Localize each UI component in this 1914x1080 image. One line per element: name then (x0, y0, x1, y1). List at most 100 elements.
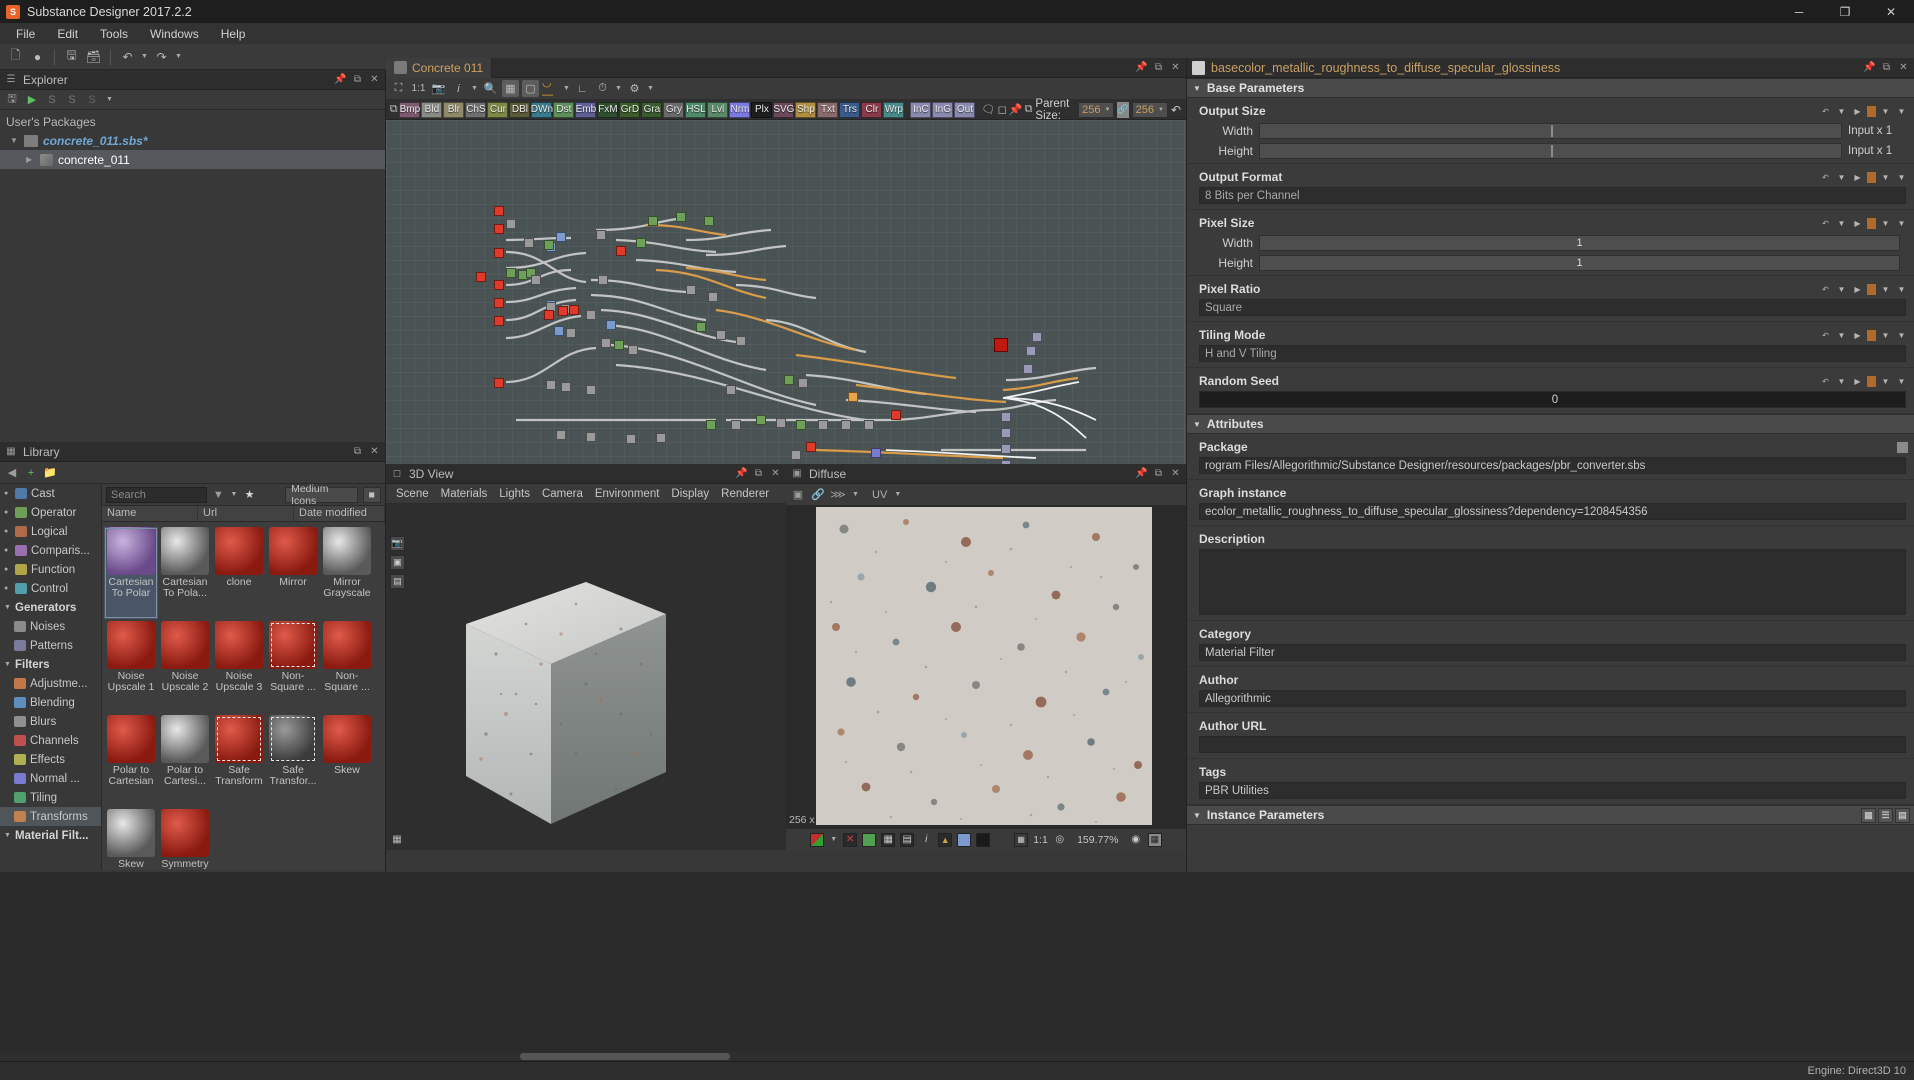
back-icon[interactable]: ◀ (5, 466, 19, 480)
node-button-gra[interactable]: Gra (641, 102, 662, 118)
list-item[interactable]: Polar to Cartesi... (158, 715, 212, 807)
library-cat-comparison[interactable]: ● Comparis... (0, 541, 101, 560)
section-instance-parameters[interactable]: ▼ Instance Parameters ▦ ☰ ▤ (1187, 805, 1914, 825)
timer-icon[interactable]: ⏱ (594, 80, 611, 97)
library-cat-function[interactable]: ● Function (0, 560, 101, 579)
close-button[interactable]: ✕ (767, 465, 784, 483)
picker-icon[interactable] (957, 833, 971, 847)
list-item[interactable]: Polar to Cartesian (104, 715, 158, 807)
search-icon[interactable]: 🔍 (482, 80, 499, 97)
link-dropdown-icon[interactable]: ▼ (562, 85, 571, 92)
graph-node[interactable] (554, 326, 564, 336)
export-icon[interactable]: ▤ (1895, 808, 1910, 823)
view3d-menu-renderer[interactable]: Renderer (716, 486, 774, 502)
node-button-clr[interactable]: Clr (861, 102, 882, 118)
float-button[interactable]: ⧉ (349, 71, 366, 89)
graph-node[interactable] (494, 316, 504, 326)
timer-dropdown-icon[interactable]: ▼ (614, 85, 623, 92)
function-icon[interactable] (1867, 330, 1876, 341)
library-group-generators[interactable]: ▼ Generators (0, 598, 101, 617)
node-button-chs[interactable]: ChS (465, 102, 486, 118)
zoom-1-1-icon[interactable]: 1:1 (410, 80, 427, 97)
zoom-in-icon[interactable]: ◎ (1053, 833, 1067, 847)
grid-view-icon[interactable]: ▦ (1861, 808, 1876, 823)
tiling-mode-dropdown[interactable]: H and V Tiling (1199, 345, 1906, 362)
graph-node[interactable] (818, 420, 828, 430)
filter-dropdown-icon[interactable]: ▼ (230, 491, 238, 498)
comment-icon[interactable]: 🗨 (981, 101, 995, 118)
graph-node-output[interactable] (1023, 364, 1033, 374)
close-button[interactable]: ✕ (366, 71, 383, 89)
graph-node[interactable] (601, 338, 611, 348)
expand-icon[interactable]: ▼ (1895, 105, 1908, 118)
list-item[interactable]: Mirror Grayscale (320, 527, 374, 619)
view3d-menu-environment[interactable]: Environment (590, 486, 665, 502)
reset-icon[interactable]: ↶ (1819, 329, 1832, 342)
graph-node[interactable] (716, 330, 726, 340)
list-item[interactable]: Cartesian To Polar (104, 527, 158, 619)
graph-node[interactable] (531, 275, 541, 285)
sbs-icon-2[interactable]: S (65, 93, 79, 107)
chevron-down-icon[interactable]: ▼ (1835, 171, 1848, 184)
graph-node[interactable] (628, 345, 638, 355)
library-cat-blending[interactable]: Blending (0, 693, 101, 712)
expand-icon[interactable]: ▼ (1895, 217, 1908, 230)
chevron-down-icon[interactable]: ▼ (1193, 84, 1201, 93)
no-color-icon[interactable]: ✕ (843, 833, 857, 847)
node-button-nrm[interactable]: Nrm (729, 102, 750, 118)
graph-node[interactable] (841, 420, 851, 430)
new-node-icon[interactable]: ⧉ (389, 101, 398, 118)
color-swatch-icon[interactable] (810, 833, 824, 847)
menu-file[interactable]: File (5, 25, 46, 43)
tab-concrete-011[interactable]: Concrete 011 (386, 58, 492, 78)
graph-node[interactable] (494, 224, 504, 234)
menu-edit[interactable]: Edit (46, 25, 89, 43)
uv-dropdown-icon[interactable]: ▼ (893, 491, 902, 498)
view3d-menu-lights[interactable]: Lights (494, 486, 535, 502)
library-cat-cast[interactable]: ● Cast (0, 484, 101, 503)
list-item[interactable]: Noise Upscale 1 (104, 621, 158, 713)
pixel-ratio-dropdown[interactable]: Square (1199, 299, 1906, 316)
node-button-inc[interactable]: InC (910, 102, 931, 118)
output-width-slider[interactable] (1259, 123, 1842, 139)
node-button-bld[interactable]: Bld (421, 102, 442, 118)
chevron-down-icon[interactable]: ▼ (1879, 375, 1892, 388)
view-mode-toggle-button[interactable]: ■ (363, 487, 381, 503)
node-button-txt[interactable]: Txt (817, 102, 838, 118)
graph-node[interactable] (704, 216, 714, 226)
fit-view-icon[interactable]: ⛶ (390, 80, 407, 97)
graph-canvas[interactable] (386, 120, 1186, 464)
graph-node[interactable] (614, 340, 624, 350)
library-cat-transforms[interactable]: Transforms (0, 807, 101, 826)
close-button[interactable]: ✕ (1895, 59, 1912, 77)
list-item[interactable]: Cartesian To Pola... (158, 527, 212, 619)
graph-node[interactable] (586, 432, 596, 442)
library-group-filters[interactable]: ▼ Filters (0, 655, 101, 674)
expand-icon[interactable]: ▼ (1895, 171, 1908, 184)
float-button[interactable]: ⧉ (1150, 59, 1167, 77)
graph-node[interactable] (806, 442, 816, 452)
graph-node[interactable] (676, 212, 686, 222)
reset-icon[interactable]: ↶ (1819, 217, 1832, 230)
function-icon[interactable] (1867, 218, 1876, 229)
chevron-down-icon[interactable]: ▼ (1193, 811, 1201, 820)
node-button-lvl[interactable]: Lvl (707, 102, 728, 118)
image-icon[interactable]: ▣ (791, 488, 805, 502)
view3d-menu-scene[interactable]: Scene (391, 486, 434, 502)
author-url-field[interactable] (1199, 736, 1906, 753)
play-icon[interactable]: ▶ (1851, 105, 1864, 118)
frame-node-icon[interactable]: ◻ (996, 101, 1007, 118)
node-button-dst[interactable]: Dst (553, 102, 574, 118)
graph-node[interactable] (731, 420, 741, 430)
reset-icon[interactable]: ↶ (1819, 283, 1832, 296)
link-icon[interactable]: ◡— (542, 80, 559, 97)
column-date-modified[interactable]: Date modified (294, 506, 385, 521)
list-item[interactable]: Noise Upscale 2 (158, 621, 212, 713)
dropdown-icon[interactable]: ▼ (851, 491, 860, 498)
share-icon[interactable]: ⋙ (831, 488, 845, 502)
list-item[interactable]: clone (212, 527, 266, 619)
float-button[interactable]: ⧉ (349, 443, 366, 461)
green-channel-icon[interactable] (862, 833, 876, 847)
undo-icon[interactable]: ↶ (118, 47, 137, 66)
play-icon[interactable]: ▶ (1851, 171, 1864, 184)
